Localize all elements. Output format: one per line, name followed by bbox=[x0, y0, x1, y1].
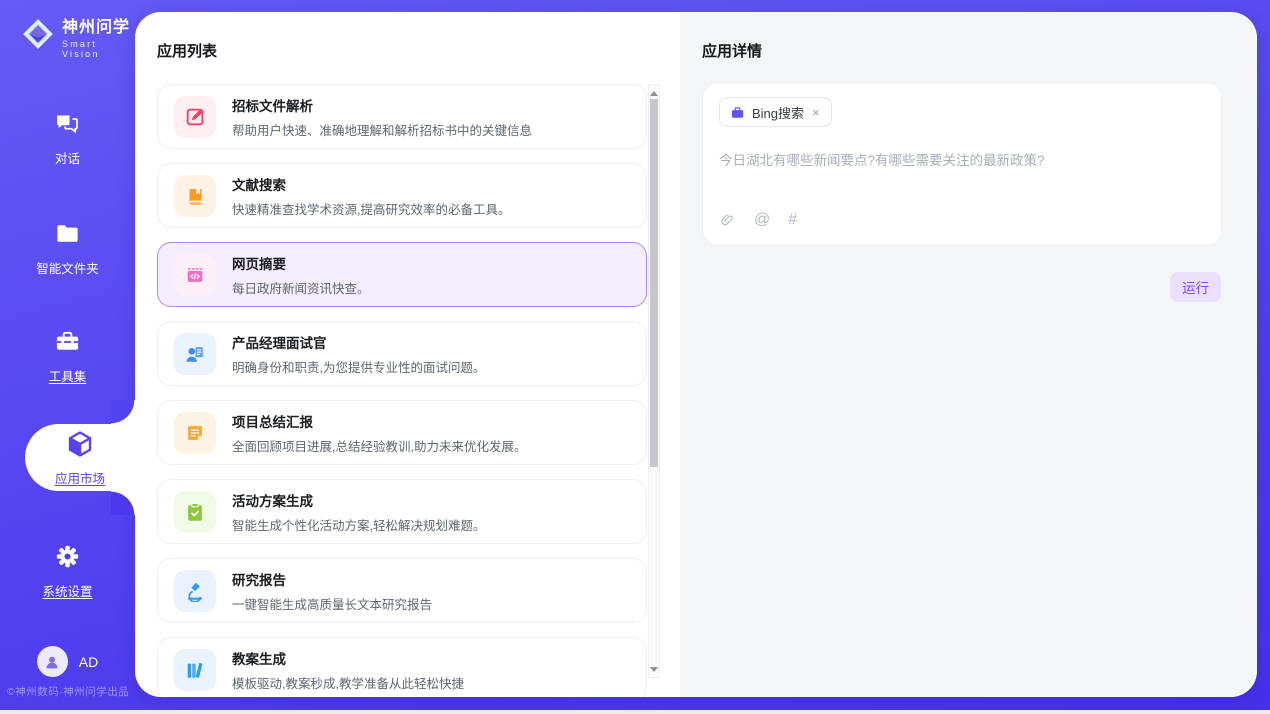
prompt-card[interactable]: Bing搜索 × 今日湖北有哪些新闻要点?有哪些需要关注的最新政策? @ # bbox=[702, 82, 1222, 246]
webpage-code-icon bbox=[174, 254, 216, 296]
sidebar-item-app-market[interactable]: 应用市场 bbox=[25, 424, 135, 491]
app-description: 快速精准查找学术资源,提高研究效率的必备工具。 bbox=[232, 199, 510, 218]
brand-subtitle: Smart Vision bbox=[62, 39, 135, 59]
chat-icon bbox=[54, 110, 81, 142]
sidebar-item-label: 工具集 bbox=[49, 366, 87, 385]
user-initials: AD bbox=[79, 654, 98, 670]
sidebar-item-label: 应用市场 bbox=[55, 468, 105, 487]
app-card-literature-search[interactable]: 文献搜索 快速精准查找学术资源,提高研究效率的必备工具。 bbox=[157, 163, 647, 228]
app-description: 每日政府新闻资讯快查。 bbox=[232, 278, 370, 297]
app-list-panel: 应用列表 招标文件解析 帮助用户快速、准确地理解和解析招标书中的关键信息 bbox=[135, 12, 680, 697]
folder-icon bbox=[54, 220, 81, 252]
sidebar-item-label: 系统设置 bbox=[42, 581, 92, 600]
copyright-footer: ©神州数码·神州问学出品 bbox=[7, 684, 129, 699]
run-button[interactable]: 运行 bbox=[1170, 272, 1221, 302]
avatar-icon bbox=[37, 646, 68, 677]
sidebar-item-chat[interactable]: 对话 bbox=[0, 110, 135, 167]
app-description: 帮助用户快速、准确地理解和解析招标书中的关键信息 bbox=[232, 120, 532, 139]
app-name: 产品经理面试官 bbox=[232, 332, 485, 352]
books-icon bbox=[174, 649, 216, 691]
app-detail-panel: 应用详情 Bing搜索 × 今日湖北有哪些新闻要点?有哪些需要关注的最新政策? bbox=[680, 12, 1257, 697]
app-card-lesson-plan[interactable]: 教案生成 模板驱动,教案秒成,教学准备从此轻松快捷 bbox=[157, 637, 647, 697]
paperclip-icon[interactable] bbox=[719, 212, 736, 229]
app-card-event-plan[interactable]: 活动方案生成 智能生成个性化活动方案,轻松解决规划难题。 bbox=[157, 479, 647, 544]
bing-search-tag[interactable]: Bing搜索 × bbox=[719, 97, 832, 127]
sidebar-item-label: 智能文件夹 bbox=[36, 258, 99, 277]
app-name: 招标文件解析 bbox=[232, 95, 532, 115]
cube-icon bbox=[65, 429, 95, 464]
book-icon bbox=[174, 175, 216, 217]
interviewer-icon bbox=[174, 333, 216, 375]
scroll-up-icon[interactable] bbox=[649, 87, 659, 99]
app-name: 文献搜索 bbox=[232, 174, 510, 194]
briefcase-icon bbox=[730, 105, 745, 120]
app-description: 模板驱动,教案秒成,教学准备从此轻松快捷 bbox=[232, 673, 464, 692]
app-name: 网页摘要 bbox=[232, 253, 370, 273]
tool-tag-label: Bing搜索 bbox=[752, 103, 804, 122]
app-shell: 神州问学 Smart Vision 对话 智能文件夹 bbox=[0, 0, 1270, 710]
app-description: 智能生成个性化活动方案,轻松解决规划难题。 bbox=[232, 515, 485, 534]
active-tab-top-fillet bbox=[111, 400, 135, 424]
app-card-research-report[interactable]: 研究报告 一键智能生成高质量长文本研究报告 bbox=[157, 558, 647, 623]
report-note-icon bbox=[174, 412, 216, 454]
app-card-project-summary[interactable]: 项目总结汇报 全面回顾项目进展,总结经验教训,助力未来优化发展。 bbox=[157, 400, 647, 465]
app-list-scrollbar[interactable] bbox=[648, 84, 660, 678]
page-bottom-gap bbox=[0, 710, 1270, 714]
hash-icon[interactable]: # bbox=[788, 211, 797, 229]
sidebar-item-settings[interactable]: 系统设置 bbox=[0, 543, 135, 600]
app-card-webpage-summary[interactable]: 网页摘要 每日政府新闻资讯快查。 bbox=[157, 242, 647, 307]
edit-document-icon bbox=[174, 96, 216, 138]
close-icon[interactable]: × bbox=[811, 105, 821, 120]
app-description: 明确身份和职责,为您提供专业性的面试问题。 bbox=[232, 357, 485, 376]
scrollbar-thumb[interactable] bbox=[650, 99, 658, 467]
app-name: 活动方案生成 bbox=[232, 490, 485, 510]
brand-name: 神州问学 bbox=[62, 13, 135, 37]
gear-icon bbox=[54, 543, 81, 575]
main-surface: 应用列表 招标文件解析 帮助用户快速、准确地理解和解析招标书中的关键信息 bbox=[135, 12, 1257, 697]
active-tab-bottom-fillet bbox=[111, 491, 135, 515]
app-description: 一键智能生成高质量长文本研究报告 bbox=[232, 594, 432, 613]
sidebar-item-smart-folder[interactable]: 智能文件夹 bbox=[0, 220, 135, 277]
app-list-title: 应用列表 bbox=[157, 40, 217, 61]
prompt-input[interactable]: 今日湖北有哪些新闻要点?有哪些需要关注的最新政策? bbox=[719, 149, 1205, 169]
clipboard-check-icon bbox=[174, 491, 216, 533]
app-name: 项目总结汇报 bbox=[232, 411, 526, 431]
microscope-icon bbox=[174, 570, 216, 612]
app-name: 教案生成 bbox=[232, 648, 464, 668]
scroll-down-icon[interactable] bbox=[649, 663, 659, 675]
app-card-bid-parsing[interactable]: 招标文件解析 帮助用户快速、准确地理解和解析招标书中的关键信息 bbox=[157, 84, 647, 149]
sidebar-item-label: 对话 bbox=[55, 148, 80, 167]
app-name: 研究报告 bbox=[232, 569, 432, 589]
diamond-logo-icon bbox=[19, 15, 57, 58]
mention-icon[interactable]: @ bbox=[754, 211, 770, 229]
sidebar: 神州问学 Smart Vision 对话 智能文件夹 bbox=[0, 0, 135, 710]
prompt-toolbar: @ # bbox=[719, 211, 1205, 229]
brand-logo: 神州问学 Smart Vision bbox=[19, 13, 135, 59]
app-card-list: 招标文件解析 帮助用户快速、准确地理解和解析招标书中的关键信息 文献搜索 bbox=[157, 84, 647, 697]
app-card-pm-interviewer[interactable]: 产品经理面试官 明确身份和职责,为您提供专业性的面试问题。 bbox=[157, 321, 647, 386]
sidebar-item-toolset[interactable]: 工具集 bbox=[0, 328, 135, 385]
toolbox-icon bbox=[54, 328, 81, 360]
user-account[interactable]: AD bbox=[0, 646, 135, 677]
app-description: 全面回顾项目进展,总结经验教训,助力未来优化发展。 bbox=[232, 436, 526, 455]
app-detail-title: 应用详情 bbox=[702, 40, 762, 61]
